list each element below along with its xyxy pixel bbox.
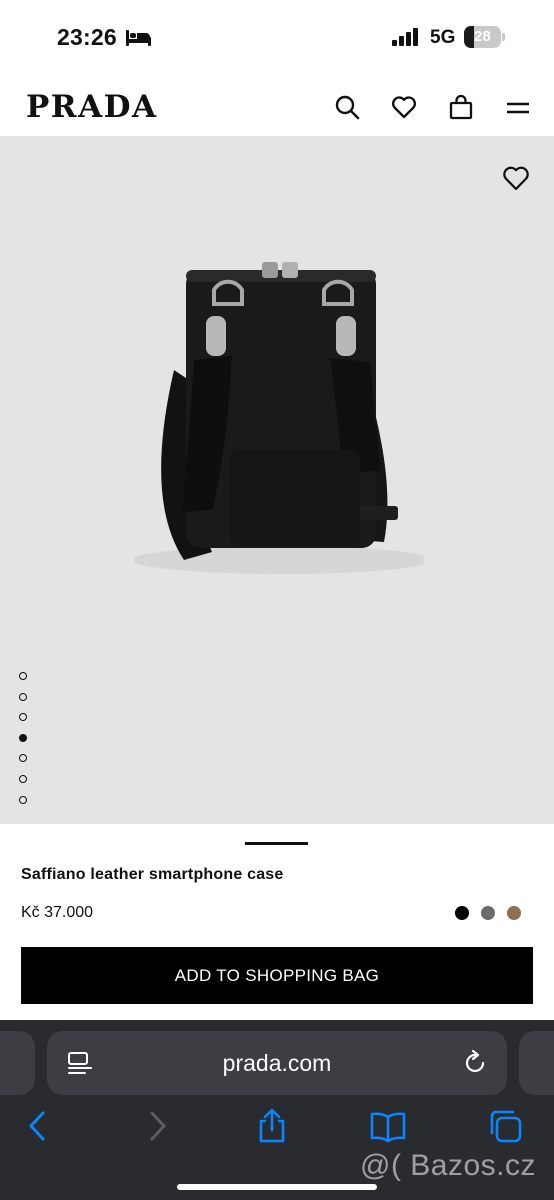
battery-icon: 28 [464,26,505,48]
gallery-dot[interactable] [19,733,27,742]
gallery-dot[interactable] [19,672,27,680]
gallery-dot[interactable] [19,774,27,783]
previous-tab-preview[interactable] [0,1031,35,1095]
status-time: 23:26 [57,24,117,50]
address-bar[interactable]: prada.com [47,1031,507,1095]
status-bar: 23:26 5G 28 [0,0,554,76]
reload-icon[interactable] [461,1049,489,1077]
color-swatch[interactable] [455,906,469,920]
next-tab-preview[interactable] [519,1031,554,1095]
product-price: Kč 37.000 [21,904,94,921]
battery-level: 28 [474,28,491,45]
site-header: PRADA [0,76,554,136]
sheet-handle[interactable] [245,842,308,845]
search-icon[interactable] [334,94,360,120]
add-to-shopping-bag-button[interactable]: ADD TO SHOPPING BAG [21,947,533,1004]
share-icon[interactable] [254,1108,290,1144]
page: 23:26 5G 28 PRADA Saffiano leather smart… [0,0,554,1200]
forward-arrow-icon [139,1108,175,1144]
gallery-pagination [19,672,31,816]
heart-icon[interactable] [391,94,417,120]
gallery-dot[interactable] [19,692,27,701]
watermark: @( Bazos.cz [360,1149,536,1182]
product-name: Saffiano leather smartphone case [21,866,284,883]
wishlist-heart-icon[interactable] [502,164,530,192]
brand-logo[interactable]: PRADA [26,89,158,125]
gallery-dot[interactable] [19,713,27,722]
tabs-icon[interactable] [487,1108,523,1144]
gallery-dot[interactable] [19,754,27,763]
cellular-signal-icon [392,28,420,46]
battery-body: 28 [464,26,501,48]
product-image [134,262,424,574]
bookmarks-icon[interactable] [370,1108,406,1144]
color-swatch[interactable] [507,906,521,920]
url-text[interactable]: prada.com [47,1031,507,1095]
shopping-bag-icon[interactable] [448,94,474,120]
battery-cap [502,33,505,41]
color-swatch[interactable] [481,906,495,920]
menu-icon[interactable] [505,94,531,120]
back-arrow-icon[interactable] [20,1108,56,1144]
home-indicator [177,1184,377,1190]
gallery-dot[interactable] [19,795,27,804]
network-type: 5G [430,27,456,48]
product-info: Saffiano leather smartphone case Kč 37.0… [0,824,554,1020]
product-gallery[interactable] [0,136,554,824]
bed-icon [126,30,151,46]
